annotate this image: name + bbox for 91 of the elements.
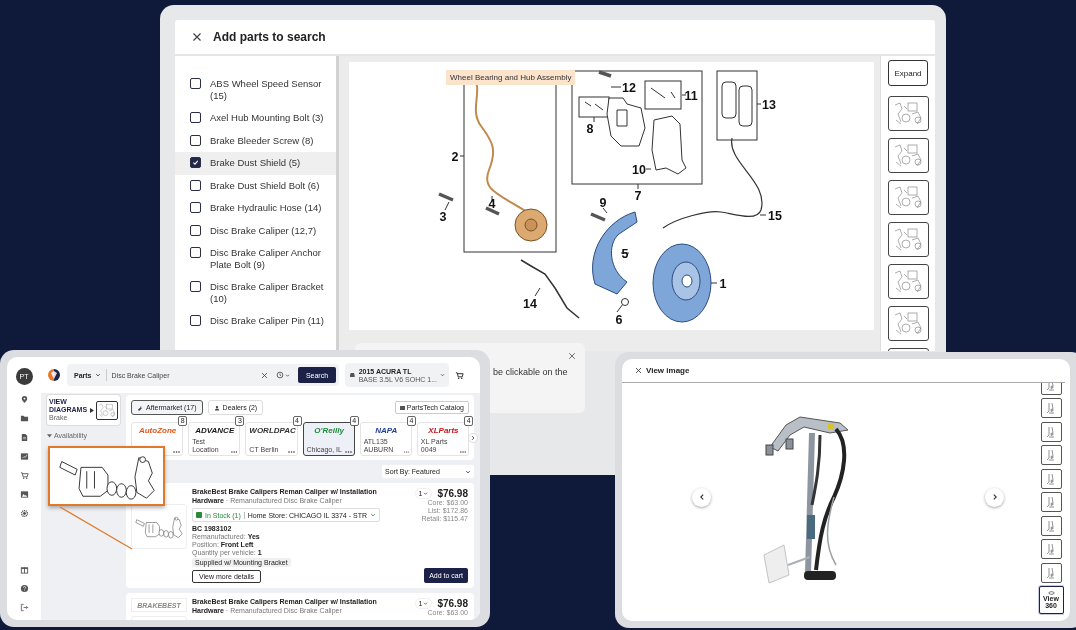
person-icon xyxy=(213,404,220,411)
caret-icon[interactable] xyxy=(47,433,52,438)
image-thumbnail[interactable] xyxy=(1040,421,1062,442)
checkbox[interactable] xyxy=(190,247,201,258)
location-pin-icon[interactable] xyxy=(19,395,29,404)
cart-icon[interactable] xyxy=(19,471,29,480)
price: $76.98 xyxy=(437,598,468,610)
callout-number: 1 xyxy=(719,276,727,291)
next-button[interactable] xyxy=(468,433,478,443)
checkbox[interactable] xyxy=(190,112,201,123)
notification-text: be clickable on the xyxy=(493,367,568,377)
checkbox[interactable] xyxy=(190,315,201,326)
folder-icon[interactable] xyxy=(19,414,29,423)
part-option[interactable]: Brake Hydraulic Hose (14) xyxy=(175,197,336,220)
caret-icon xyxy=(423,601,429,607)
store-logo: AutoZone xyxy=(137,426,178,435)
part-option[interactable]: Brake Bleeder Screw (8) xyxy=(175,129,336,152)
callout-number: 4 xyxy=(488,196,496,211)
image-thumbnail[interactable] xyxy=(1040,445,1062,465)
callout-number: 8 xyxy=(586,121,594,136)
checkbox[interactable] xyxy=(190,281,201,292)
logout-icon[interactable] xyxy=(19,603,29,612)
chart-icon[interactable] xyxy=(19,452,29,461)
callout-number: 5 xyxy=(621,246,629,261)
viewer-title: View image xyxy=(646,366,690,375)
rotate-icon xyxy=(1047,590,1055,595)
checkbox[interactable] xyxy=(190,224,201,236)
caret-icon xyxy=(423,491,429,496)
part-option[interactable]: Disc Brake Caliper Anchor Plate Bolt (9) xyxy=(175,242,336,276)
part-option[interactable]: Disc Brake Caliper Pin (11) xyxy=(175,310,336,333)
clear-icon[interactable] xyxy=(261,371,268,379)
history-icon[interactable] xyxy=(276,371,284,379)
checkbox[interactable] xyxy=(190,202,201,213)
caret-icon xyxy=(465,468,471,475)
caret-icon xyxy=(369,512,376,518)
settings-icon[interactable] xyxy=(19,509,29,518)
part-option[interactable]: ABS Wheel Speed Sensor (15) xyxy=(175,73,336,107)
checkbox[interactable] xyxy=(190,157,201,168)
part-option[interactable]: Disc Brake Caliper (12,7) xyxy=(175,219,336,242)
document-icon[interactable] xyxy=(19,433,29,442)
check-icon xyxy=(192,159,199,166)
caret-icon xyxy=(94,372,101,378)
caret-icon xyxy=(90,407,94,413)
callout-number: 2 xyxy=(451,149,459,164)
cart-icon[interactable] xyxy=(455,370,464,380)
price: $76.98 xyxy=(437,488,468,499)
caret-icon[interactable] xyxy=(285,372,290,378)
checkbox[interactable] xyxy=(190,134,201,146)
expand-button[interactable]: Expand xyxy=(888,60,928,86)
store-logo: ADVANCE xyxy=(194,426,236,435)
wrench-icon xyxy=(137,404,143,411)
callout-number: 14 xyxy=(523,296,537,311)
image-thumbnail[interactable] xyxy=(1040,468,1062,489)
callout-number: 9 xyxy=(599,195,607,210)
callout-number: 3 xyxy=(439,209,447,224)
dialog-title: Add parts to search xyxy=(213,30,326,44)
caret-icon xyxy=(440,372,445,378)
callout-number: 11 xyxy=(684,88,698,103)
store-logo: O'Reilly xyxy=(313,426,345,435)
image-icon[interactable] xyxy=(19,490,29,499)
checkbox[interactable] xyxy=(190,179,201,191)
callout-number: 10 xyxy=(632,162,646,177)
callout-number: 6 xyxy=(615,312,623,327)
image-thumbnail[interactable] xyxy=(1040,398,1062,418)
store-logo: XLParts xyxy=(427,426,460,435)
close-icon[interactable] xyxy=(568,352,576,360)
close-icon[interactable] xyxy=(192,32,202,42)
callout-number: 7 xyxy=(634,188,642,203)
close-icon[interactable] xyxy=(635,367,642,374)
image-thumbnail[interactable] xyxy=(1040,492,1062,512)
part-option[interactable]: Disc Brake Caliper Bracket (10) xyxy=(175,276,336,310)
callout-number: 12 xyxy=(622,80,636,95)
image-thumbnail[interactable] xyxy=(1040,539,1062,559)
checkbox[interactable] xyxy=(190,78,201,89)
store-logo: WORLDPAC xyxy=(249,426,295,435)
chevron-icon xyxy=(470,435,476,441)
part-option[interactable]: Brake Dust Shield (5) xyxy=(175,152,336,175)
help-icon[interactable] xyxy=(19,584,29,593)
callout-number: 13 xyxy=(762,97,776,112)
part-option[interactable]: Axel Hub Mounting Bolt (3) xyxy=(175,107,336,130)
stock-icon xyxy=(196,512,202,518)
app-logo[interactable] xyxy=(47,368,61,382)
part-tooltip: Wheel Bearing and Hub Assembly xyxy=(446,70,576,85)
image-thumbnail[interactable] xyxy=(1040,515,1062,536)
store-logo: NAPA xyxy=(374,426,399,435)
gift-icon[interactable] xyxy=(19,565,29,574)
book-icon xyxy=(399,405,405,410)
callout-number: 15 xyxy=(768,208,782,223)
part-option[interactable]: Brake Dust Shield Bolt (6) xyxy=(175,174,336,197)
chevron-icon xyxy=(697,493,706,501)
image-thumbnail[interactable] xyxy=(1040,562,1062,583)
